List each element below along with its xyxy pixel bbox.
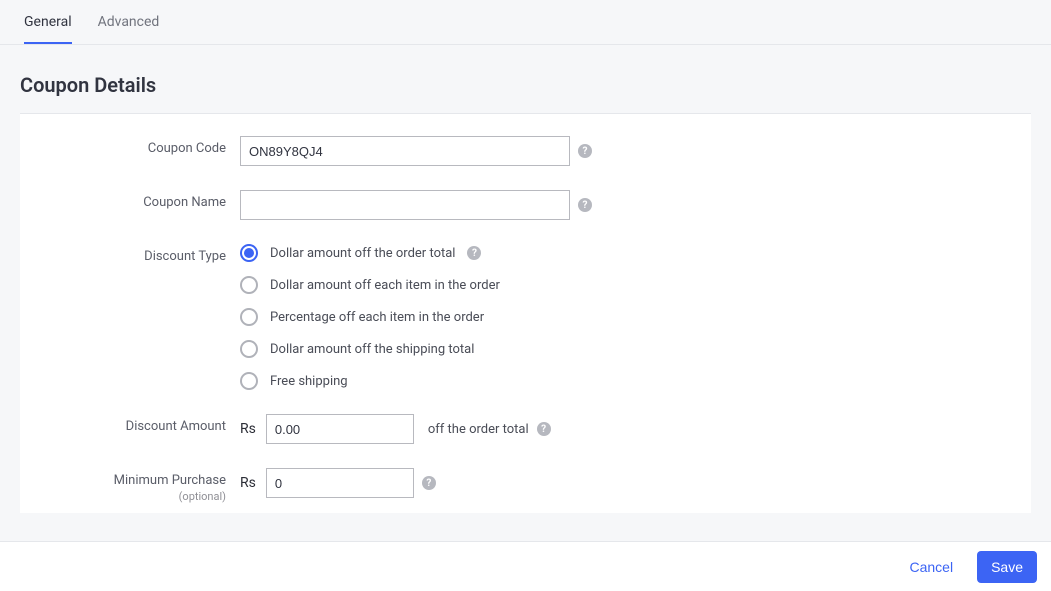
discount-amount-label: Discount Amount — [40, 414, 240, 434]
optional-text: (optional) — [40, 490, 226, 503]
coupon-code-input[interactable] — [240, 136, 570, 166]
radio-free-shipping[interactable]: Free shipping — [240, 372, 500, 390]
radio-icon — [240, 340, 258, 358]
currency-prefix: Rs — [240, 421, 256, 437]
radio-dollar-off-order[interactable]: Dollar amount off the order total ? — [240, 244, 500, 262]
discount-suffix-text: off the order total — [428, 422, 529, 437]
radio-percentage-off[interactable]: Percentage off each item in the order — [240, 308, 500, 326]
radio-dollar-off-each-item[interactable]: Dollar amount off each item in the order — [240, 276, 500, 294]
minimum-purchase-input[interactable] — [266, 468, 414, 498]
coupon-details-panel: Coupon Code ? Coupon Name ? Discount Typ… — [20, 113, 1031, 513]
help-icon[interactable]: ? — [422, 476, 436, 490]
radio-dollar-off-shipping[interactable]: Dollar amount off the shipping total — [240, 340, 500, 358]
help-icon[interactable]: ? — [578, 198, 592, 212]
coupon-name-label: Coupon Name — [40, 190, 240, 210]
tabs: General Advanced — [0, 0, 1051, 45]
discount-type-radio-group: Dollar amount off the order total ? Doll… — [240, 244, 500, 390]
cancel-button[interactable]: Cancel — [901, 553, 961, 581]
help-icon[interactable]: ? — [537, 422, 551, 436]
coupon-code-label: Coupon Code — [40, 136, 240, 156]
discount-amount-input[interactable] — [266, 414, 414, 444]
tab-general[interactable]: General — [24, 0, 72, 44]
footer-bar: Cancel Save — [0, 541, 1051, 591]
discount-type-label: Discount Type — [40, 244, 240, 264]
radio-icon — [240, 308, 258, 326]
radio-icon — [240, 372, 258, 390]
radio-label: Free shipping — [270, 374, 348, 389]
help-icon[interactable]: ? — [578, 144, 592, 158]
help-icon[interactable]: ? — [467, 246, 481, 260]
minimum-purchase-label: Minimum Purchase (optional) — [40, 468, 240, 503]
min-purchase-text: Minimum Purchase — [114, 473, 226, 488]
page-title: Coupon Details — [0, 45, 1051, 113]
radio-label: Percentage off each item in the order — [270, 310, 484, 325]
radio-icon — [240, 244, 258, 262]
save-button[interactable]: Save — [977, 551, 1037, 583]
radio-label: Dollar amount off the order total — [270, 246, 455, 261]
coupon-name-input[interactable] — [240, 190, 570, 220]
tab-advanced[interactable]: Advanced — [98, 0, 160, 44]
currency-prefix: Rs — [240, 475, 256, 491]
radio-icon — [240, 276, 258, 294]
radio-label: Dollar amount off each item in the order — [270, 278, 500, 293]
radio-label: Dollar amount off the shipping total — [270, 342, 474, 357]
